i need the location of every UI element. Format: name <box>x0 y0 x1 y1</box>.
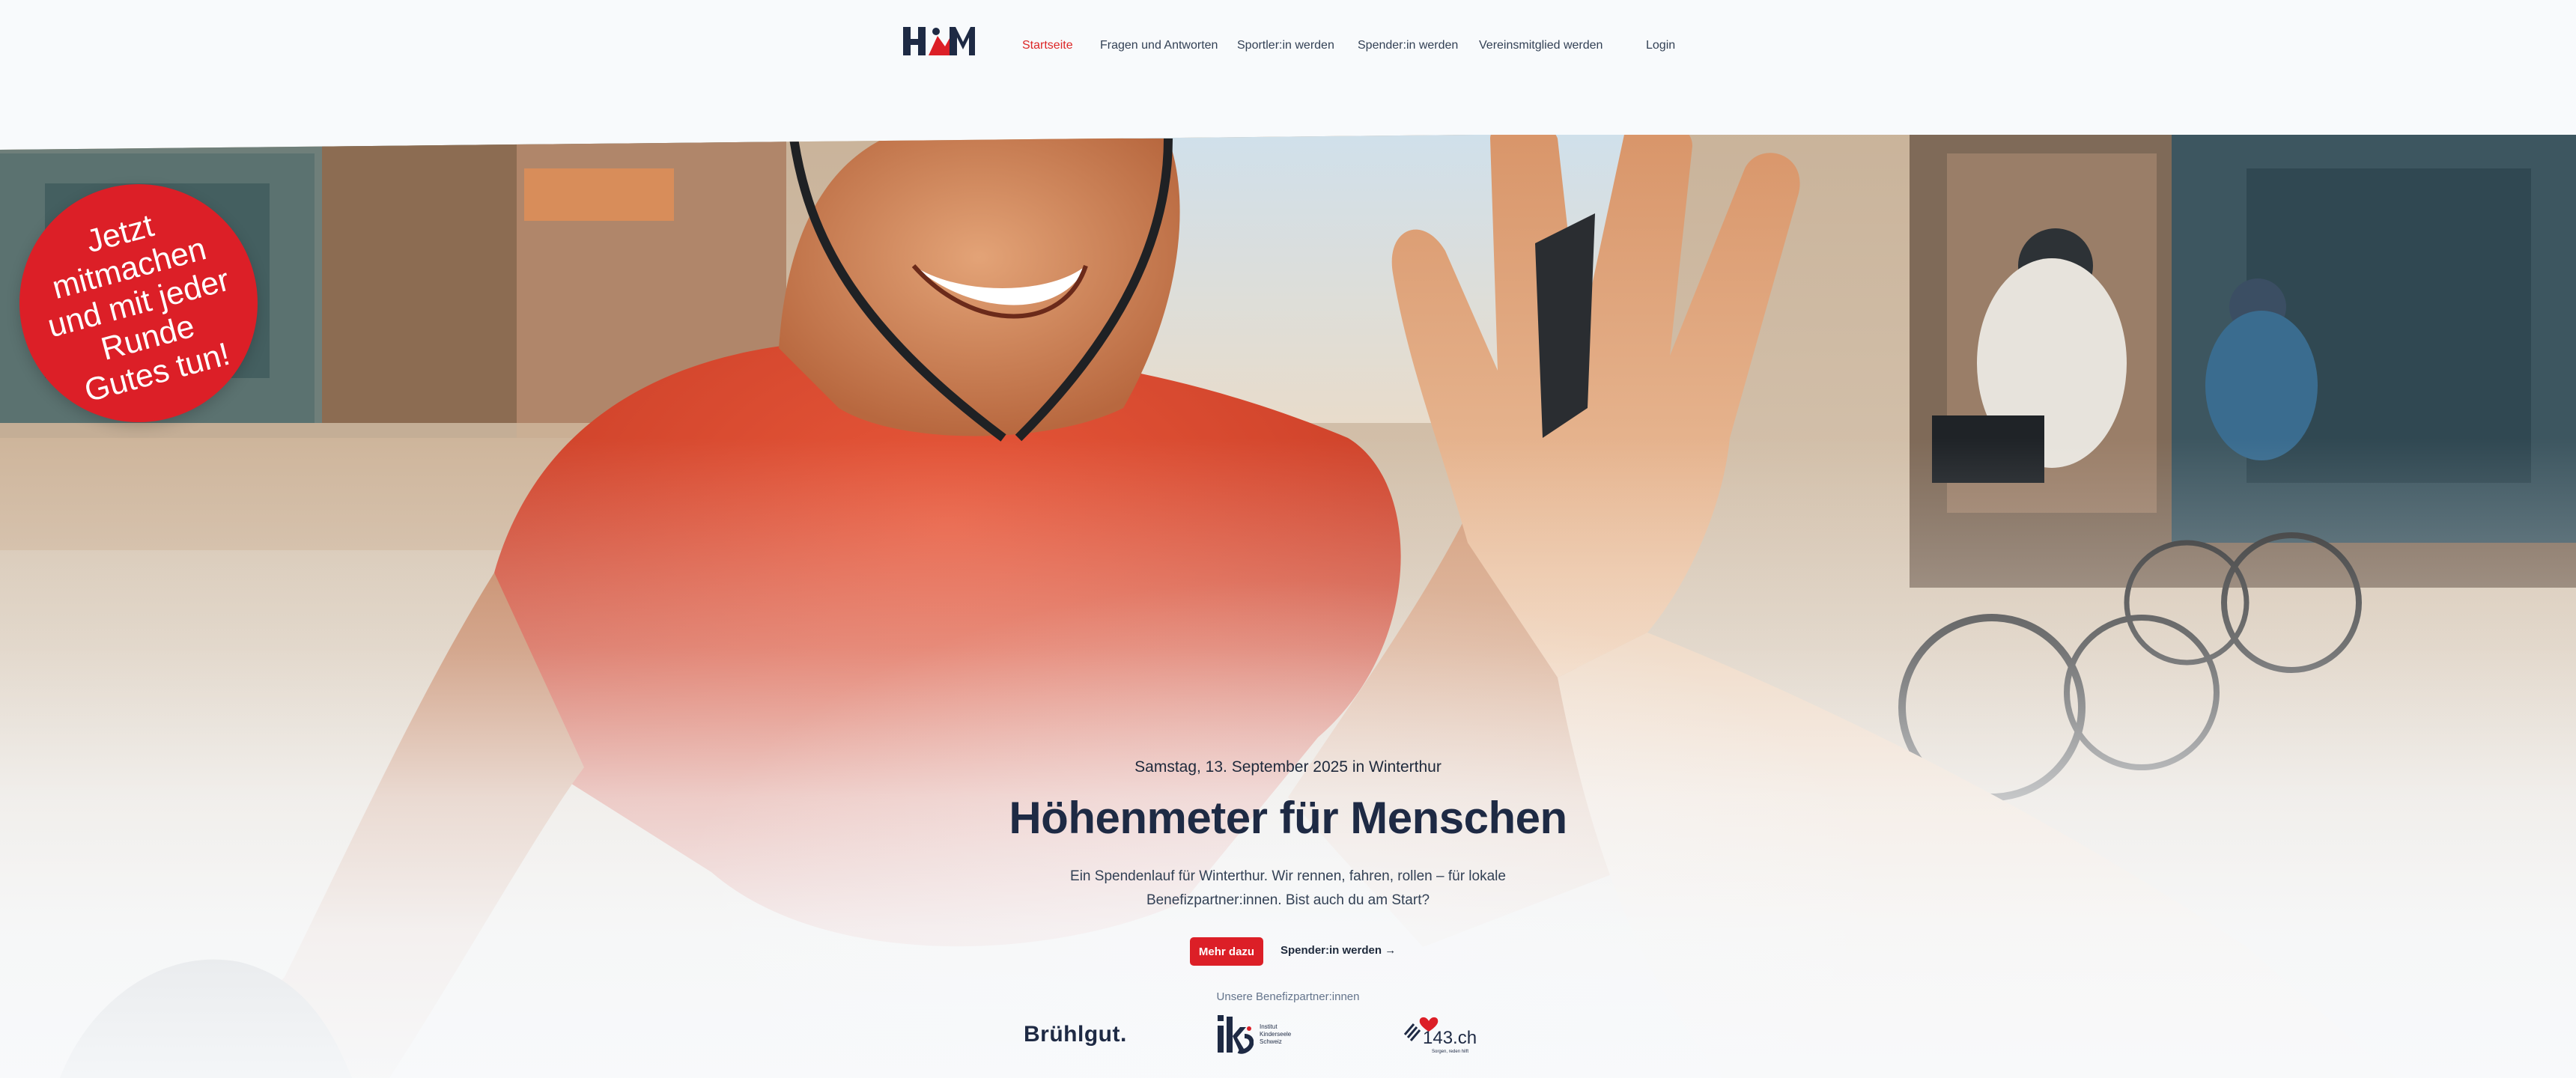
hero-image <box>0 124 2576 1078</box>
143-logo-icon: 143.ch Sorgen, reden hilft <box>1403 1017 1477 1054</box>
hero-title: Höhenmeter für Menschen <box>1009 793 1567 843</box>
nav-vereinsmitglied-werden[interactable]: Vereinsmitglied werden <box>1479 39 1603 52</box>
hero-description: Ein Spendenlauf für Winterthur. Wir renn… <box>1070 868 1506 908</box>
site-header: Startseite Fragen und Antworten Sportler… <box>0 0 2576 135</box>
nav-startseite[interactable]: Startseite <box>1022 39 1073 52</box>
spender-werden-link[interactable]: Spender:in werden → <box>1281 944 1396 957</box>
partner-name-bruehlgut: Brühlgut. <box>1024 1022 1127 1047</box>
promo-badge-text: Jetzt mitmachen und mit jeder Runde Gute… <box>43 207 234 409</box>
partner-name-143: 143.ch <box>1423 1028 1477 1048</box>
site-logo[interactable] <box>903 24 975 58</box>
partners-label: Unsere Benefizpartner:innen <box>1216 990 1360 1003</box>
partner-logo-143[interactable]: 143.ch Sorgen, reden hilft <box>1403 1012 1478 1057</box>
mehr-dazu-button[interactable]: Mehr dazu <box>1190 937 1263 966</box>
iks-logo-mark-icon <box>1218 1015 1254 1054</box>
partner-tagline-143: Sorgen, reden hilft <box>1432 1050 1468 1054</box>
nav-sportler-werden[interactable]: Sportler:in werden <box>1237 39 1334 52</box>
event-date: Samstag, 13. September 2025 in Winterthu… <box>1134 758 1442 776</box>
nav-login[interactable]: Login <box>1646 39 1675 52</box>
partner-tagline-iks: Institut Kinderseele Schweiz <box>1260 1023 1292 1045</box>
nav-fragen-und-antworten[interactable]: Fragen und Antworten <box>1100 39 1218 52</box>
hero-center-glow <box>0 124 2576 1078</box>
partner-logo-iks[interactable]: Institut Kinderseele Schweiz <box>1216 1012 1304 1057</box>
promo-badge[interactable]: Jetzt mitmachen und mit jeder Runde Gute… <box>19 184 258 422</box>
nav-spender-werden[interactable]: Spender:in werden <box>1358 39 1458 52</box>
partner-logo-bruehlgut[interactable]: Brühlgut. <box>1024 1012 1127 1057</box>
